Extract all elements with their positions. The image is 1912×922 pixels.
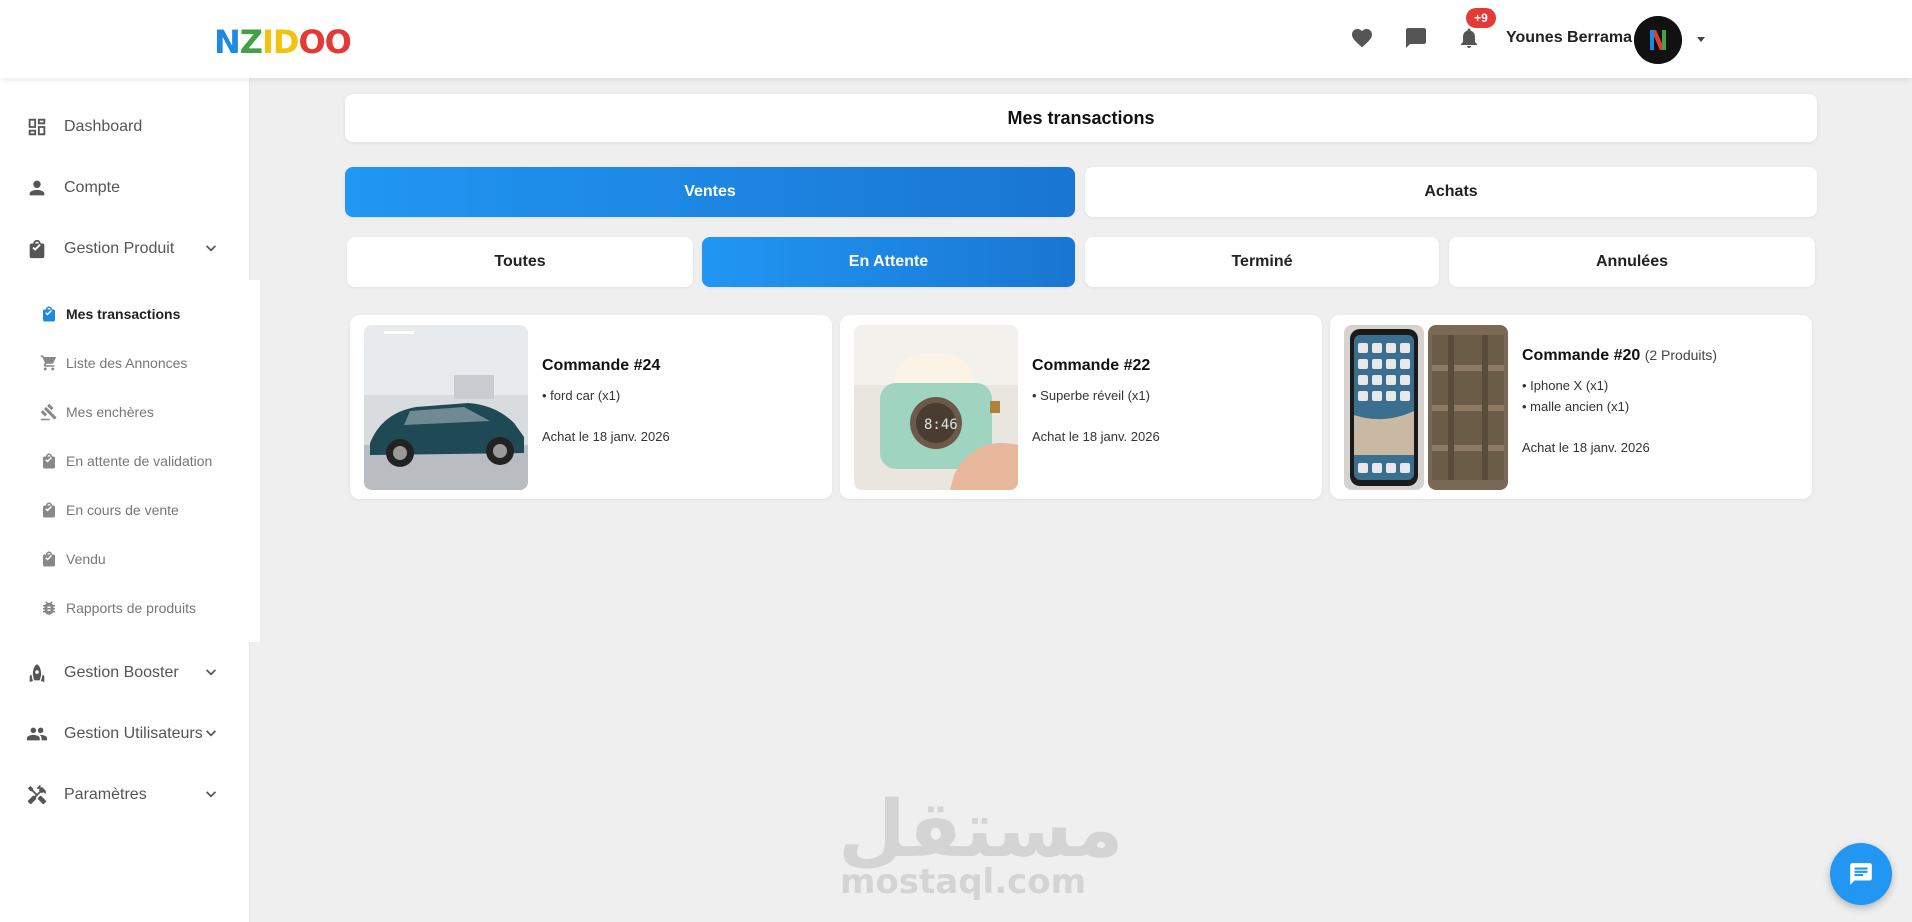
sidebar-subitem-rapports-produits[interactable]: Rapports de produits bbox=[0, 588, 250, 628]
sidebar-item-dashboard[interactable]: Dashboard bbox=[0, 102, 250, 152]
message-icon[interactable] bbox=[1404, 26, 1428, 50]
shopping-bag-icon bbox=[40, 305, 58, 323]
sidebar-item-gestion-utilisateurs[interactable]: Gestion Utilisateurs bbox=[0, 709, 250, 759]
order-card[interactable]: 8:46 Commande #22 • Superbe réveil (x1) … bbox=[840, 315, 1322, 499]
tab-ventes[interactable]: Ventes bbox=[345, 167, 1075, 217]
avatar[interactable] bbox=[1634, 16, 1682, 64]
sidebar-subitem-label: Rapports de produits bbox=[66, 600, 196, 616]
tab-en-attente[interactable]: En Attente bbox=[702, 237, 1075, 287]
order-card[interactable]: Commande #24 • ford car (x1) Achat le 18… bbox=[350, 315, 832, 499]
order-title: Commande #22 bbox=[1032, 357, 1151, 374]
sidebar-item-label: Paramètres bbox=[64, 786, 147, 803]
sidebar-subitem-mes-encheres[interactable]: Mes enchères bbox=[0, 392, 250, 432]
sidebar-subitem-label: Liste des Annonces bbox=[66, 355, 188, 371]
user-name[interactable]: Younes Berrama bbox=[1506, 29, 1632, 47]
sidebar-subitem-mes-transactions[interactable]: Mes transactions bbox=[0, 294, 250, 334]
tools-icon bbox=[26, 784, 48, 806]
sidebar-subitem-label: Mes transactions bbox=[66, 306, 181, 322]
dashboard-icon bbox=[26, 116, 48, 138]
order-item: • malle ancien (x1) bbox=[1522, 399, 1630, 414]
caret-down-icon[interactable] bbox=[1693, 31, 1709, 47]
watermark-arabic: مستقل bbox=[838, 785, 1124, 875]
sidebar-subitem-label: En attente de validation bbox=[66, 453, 213, 469]
tab-annulees[interactable]: Annulées bbox=[1449, 237, 1815, 287]
order-date: Achat le 18 janv. 2026 bbox=[1032, 429, 1160, 444]
nzidoo-logo[interactable]: NZIDOO bbox=[214, 24, 352, 60]
order-item: • Superbe réveil (x1) bbox=[1032, 388, 1150, 403]
sidebar-subitem-label: En cours de vente bbox=[66, 502, 179, 518]
order-item: • ford car (x1) bbox=[542, 388, 621, 403]
sidebar-subitem-label: Mes enchères bbox=[66, 404, 154, 420]
sidebar-item-gestion-produit[interactable]: Gestion Produit bbox=[0, 224, 250, 274]
heart-icon[interactable] bbox=[1350, 26, 1374, 50]
shopping-bag-icon bbox=[40, 550, 58, 568]
shopping-bag-icon bbox=[26, 238, 48, 260]
person-icon bbox=[26, 177, 48, 199]
sidebar-item-gestion-booster[interactable]: Gestion Booster bbox=[0, 648, 250, 698]
bug-icon bbox=[40, 599, 58, 617]
sidebar-item-compte[interactable]: Compte bbox=[0, 163, 250, 213]
order-title: Commande #20 (2 Produits) bbox=[1522, 347, 1717, 365]
rocket-icon bbox=[26, 662, 48, 684]
chevron-down-icon bbox=[203, 726, 219, 742]
product-image: 8:46 bbox=[854, 325, 1018, 490]
sidebar-subitem-vendu[interactable]: Vendu bbox=[0, 539, 250, 579]
order-title: Commande #24 bbox=[542, 357, 661, 374]
sidebar-item-label: Gestion Utilisateurs bbox=[64, 725, 203, 742]
tab-toutes[interactable]: Toutes bbox=[347, 237, 693, 287]
sidebar-subitem-en-cours-vente[interactable]: En cours de vente bbox=[0, 490, 250, 530]
top-header: NZIDOO +9 Younes Berrama bbox=[0, 0, 1912, 78]
users-icon bbox=[26, 723, 48, 745]
chevron-down-icon bbox=[203, 787, 219, 803]
gavel-icon bbox=[40, 403, 58, 421]
product-image bbox=[1428, 325, 1508, 490]
sidebar-item-label: Gestion Produit bbox=[64, 240, 175, 257]
product-image bbox=[1344, 325, 1424, 490]
tab-achats[interactable]: Achats bbox=[1085, 167, 1817, 217]
chat-button[interactable] bbox=[1830, 843, 1892, 905]
sidebar-item-label: Dashboard bbox=[64, 118, 143, 135]
svg-text:8:46: 8:46 bbox=[924, 417, 958, 433]
chevron-down-icon bbox=[203, 665, 219, 681]
sidebar-subitem-label: Vendu bbox=[66, 551, 106, 567]
watermark-latin: mostaql.com bbox=[840, 862, 1087, 902]
order-date: Achat le 18 janv. 2026 bbox=[542, 429, 670, 444]
order-title-text: Commande #20 bbox=[1522, 347, 1641, 364]
chevron-down-icon bbox=[203, 241, 219, 257]
order-product-count: (2 Produits) bbox=[1644, 347, 1718, 363]
product-image bbox=[364, 325, 528, 490]
sidebar-item-parametres[interactable]: Paramètres bbox=[0, 770, 250, 820]
cart-icon bbox=[40, 354, 58, 372]
sidebar-subitem-en-attente-validation[interactable]: En attente de validation bbox=[0, 441, 250, 481]
shopping-bag-icon bbox=[40, 452, 58, 470]
tab-termine[interactable]: Terminé bbox=[1085, 237, 1439, 287]
notification-badge: +9 bbox=[1466, 8, 1496, 28]
order-card[interactable]: Commande #20 (2 Produits) • Iphone X (x1… bbox=[1330, 315, 1812, 499]
sidebar-subitem-liste-annonces[interactable]: Liste des Annonces bbox=[0, 343, 250, 383]
sidebar-item-label: Gestion Booster bbox=[64, 664, 179, 681]
chat-icon bbox=[1850, 863, 1872, 885]
order-item: • Iphone X (x1) bbox=[1522, 378, 1609, 393]
page-title: Mes transactions bbox=[345, 94, 1817, 142]
shopping-bag-icon bbox=[40, 501, 58, 519]
order-date: Achat le 18 janv. 2026 bbox=[1522, 440, 1650, 455]
sidebar-item-label: Compte bbox=[64, 179, 121, 196]
bell-icon[interactable] bbox=[1457, 26, 1481, 50]
